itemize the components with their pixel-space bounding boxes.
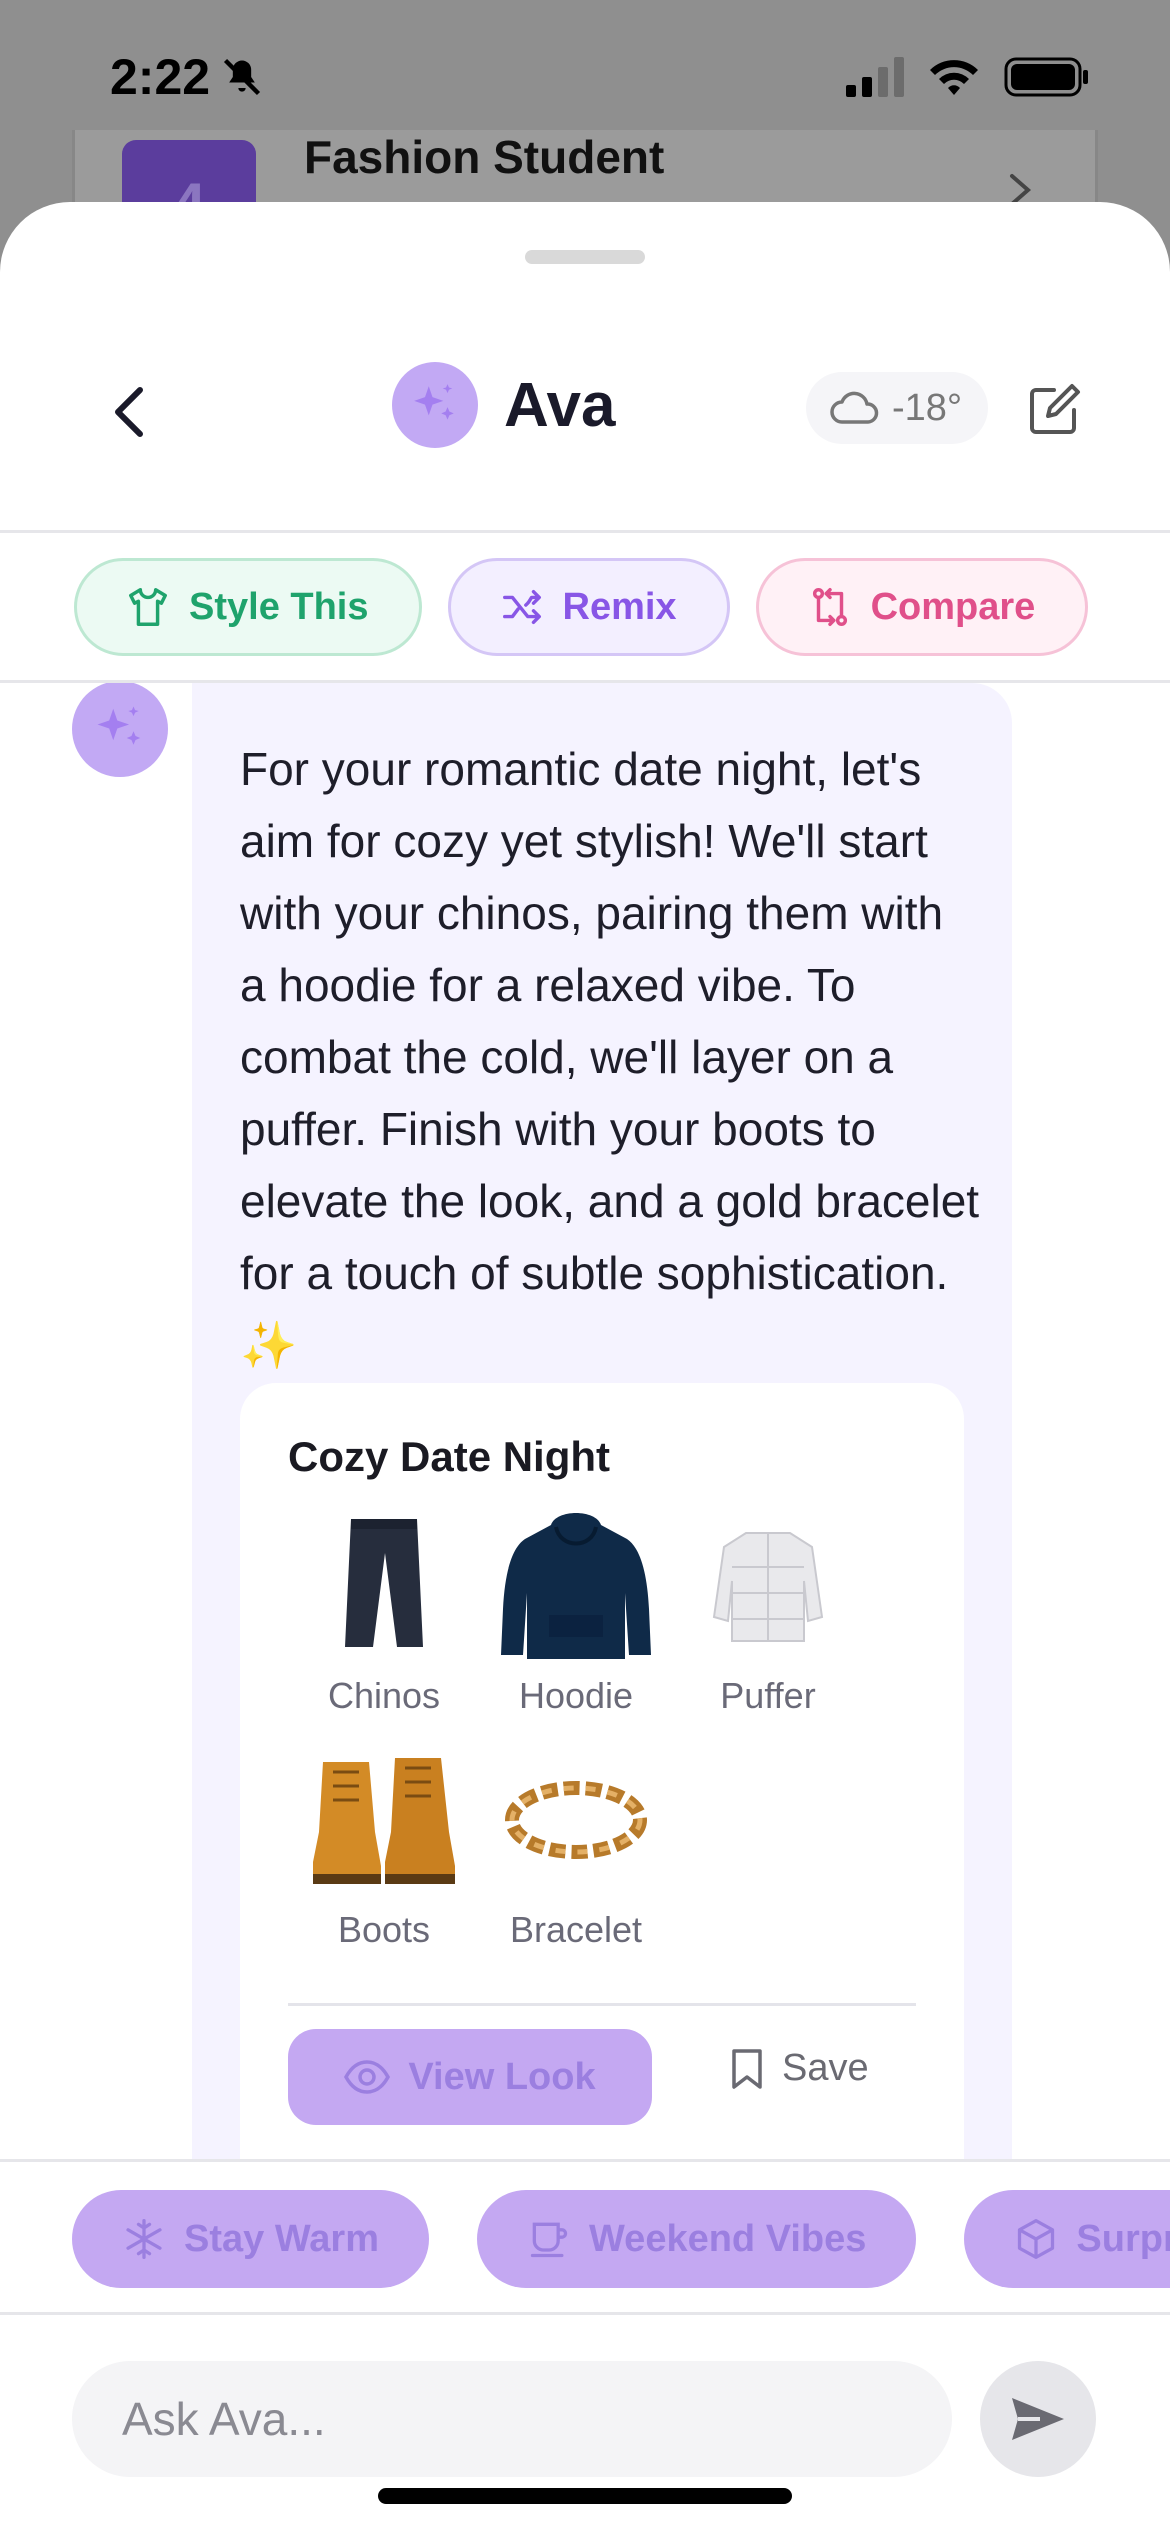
compare-icon: [812, 588, 847, 626]
sparkles-icon: [414, 384, 454, 420]
chinos-image: [304, 1503, 464, 1663]
puffer-image: [688, 1503, 848, 1663]
coffee-icon: [530, 2222, 568, 2258]
sheet-grabber[interactable]: [525, 250, 645, 264]
suggestion-stay-warm[interactable]: Stay Warm: [72, 2190, 429, 2288]
bookmark-icon: [732, 2048, 762, 2089]
snowflake-icon: [126, 2219, 162, 2259]
chat-header: Ava -18°: [0, 352, 1170, 472]
outfit-item-bracelet[interactable]: Bracelet: [480, 1737, 672, 1951]
item-label: Chinos: [327, 1675, 441, 1716]
send-icon: [1012, 2398, 1064, 2440]
style-this-label: Style This: [189, 585, 369, 628]
compare-label: Compare: [870, 585, 1036, 628]
hoodie-image: [496, 1503, 656, 1663]
header-divider: [0, 530, 1170, 533]
avatar: [392, 362, 478, 448]
save-button[interactable]: Save: [730, 2047, 869, 2090]
shuffle-icon: [502, 589, 541, 625]
weather-temperature: -18°: [892, 386, 963, 429]
suggestions-bar[interactable]: Stay Warm Weekend Vibes Surpri: [0, 2159, 1170, 2315]
item-label: Bracelet: [509, 1909, 643, 1950]
assistant-message-bubble: For your romantic date night, let's aim …: [192, 683, 1012, 2361]
dice-icon: [1018, 2219, 1055, 2259]
save-label: Save: [782, 2047, 869, 2089]
view-look-label: View Look: [408, 2055, 596, 2098]
outfit-item-chinos[interactable]: Chinos: [288, 1503, 480, 1717]
cellular-signal-icon: [846, 57, 904, 97]
outfit-card-divider: [288, 2003, 916, 2006]
new-chat-button[interactable]: [1024, 380, 1084, 440]
send-button[interactable]: [980, 2361, 1096, 2477]
view-look-button[interactable]: View Look: [288, 2029, 652, 2125]
wifi-icon: [930, 60, 978, 95]
item-label: Puffer: [720, 1675, 816, 1716]
suggestion-weekend-vibes[interactable]: Weekend Vibes: [477, 2190, 917, 2288]
suggestion-label: Weekend Vibes: [589, 2217, 867, 2260]
assistant-avatar: [72, 683, 168, 777]
background-app-title: Fashion Student: [304, 131, 665, 183]
remix-button[interactable]: Remix: [447, 558, 730, 656]
ask-input[interactable]: [72, 2361, 952, 2477]
back-button[interactable]: [100, 382, 160, 442]
compare-button[interactable]: Compare: [755, 558, 1089, 656]
status-bar: 2:22: [0, 0, 1170, 150]
cloud-icon: [830, 391, 879, 424]
item-label: Hoodie: [518, 1675, 634, 1716]
bell-slash-icon: [224, 58, 261, 96]
suggestion-label: Surpri: [1076, 2217, 1170, 2260]
assistant-name: Ava: [504, 370, 616, 440]
action-chips: Style This Remix Compare: [74, 558, 1089, 656]
outfit-item-puffer[interactable]: Puffer: [672, 1503, 864, 1717]
chat-area[interactable]: For your romantic date night, let's aim …: [0, 683, 1170, 2361]
chevron-left-icon: [115, 387, 143, 437]
status-time: 2:22: [110, 49, 211, 105]
eye-icon: [344, 2060, 391, 2094]
suggestion-surprise[interactable]: Surpri: [964, 2190, 1170, 2288]
compose-icon: [1030, 384, 1080, 434]
outfit-item-hoodie[interactable]: Hoodie: [480, 1503, 672, 1717]
shirt-icon: [129, 588, 167, 626]
outfit-item-boots[interactable]: Boots: [288, 1737, 480, 1951]
battery-icon: [1004, 57, 1088, 97]
style-this-button[interactable]: Style This: [74, 558, 422, 656]
sparkles-icon: [97, 706, 141, 745]
home-indicator[interactable]: [378, 2488, 792, 2504]
outfit-items: Chinos Hoodie Puffer Boots Bracelet: [288, 1503, 928, 1951]
outfit-title: Cozy Date Night: [288, 1433, 611, 1480]
suggestion-label: Stay Warm: [184, 2217, 379, 2260]
item-label: Boots: [337, 1909, 431, 1950]
weather-pill: -18°: [806, 372, 989, 444]
remix-label: Remix: [562, 585, 677, 628]
bracelet-image: [496, 1737, 656, 1897]
boots-image: [304, 1737, 464, 1897]
assistant-message-text: For your romantic date night, let's aim …: [240, 743, 980, 1371]
